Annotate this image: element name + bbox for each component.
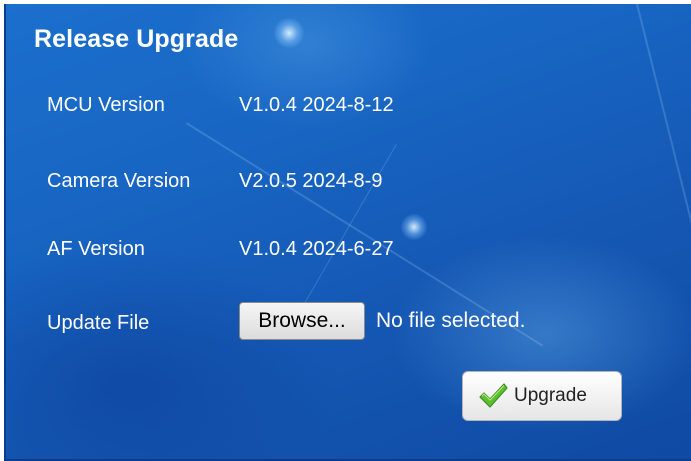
browse-button[interactable]: Browse... bbox=[239, 302, 365, 340]
af-version-label: AF Version bbox=[47, 238, 145, 260]
upgrade-button[interactable]: Upgrade bbox=[462, 371, 622, 421]
panel-title: Release Upgrade bbox=[34, 25, 239, 53]
camera-version-value: V2.0.5 2024-8-9 bbox=[239, 170, 383, 192]
af-version-value: V1.0.4 2024-6-27 bbox=[239, 238, 394, 260]
background-glow bbox=[274, 18, 304, 48]
mcu-version-value: V1.0.4 2024-8-12 bbox=[239, 94, 394, 116]
background-streak bbox=[636, 4, 691, 459]
update-file-label: Update File bbox=[47, 312, 150, 334]
background-glow bbox=[401, 214, 427, 240]
release-upgrade-panel: Release Upgrade MCU Version V1.0.4 2024-… bbox=[4, 4, 691, 461]
checkmark-icon bbox=[479, 383, 508, 408]
mcu-version-label: MCU Version bbox=[47, 94, 165, 116]
upgrade-button-label: Upgrade bbox=[514, 385, 587, 406]
file-status-text: No file selected. bbox=[376, 309, 526, 332]
camera-version-label: Camera Version bbox=[47, 170, 191, 192]
